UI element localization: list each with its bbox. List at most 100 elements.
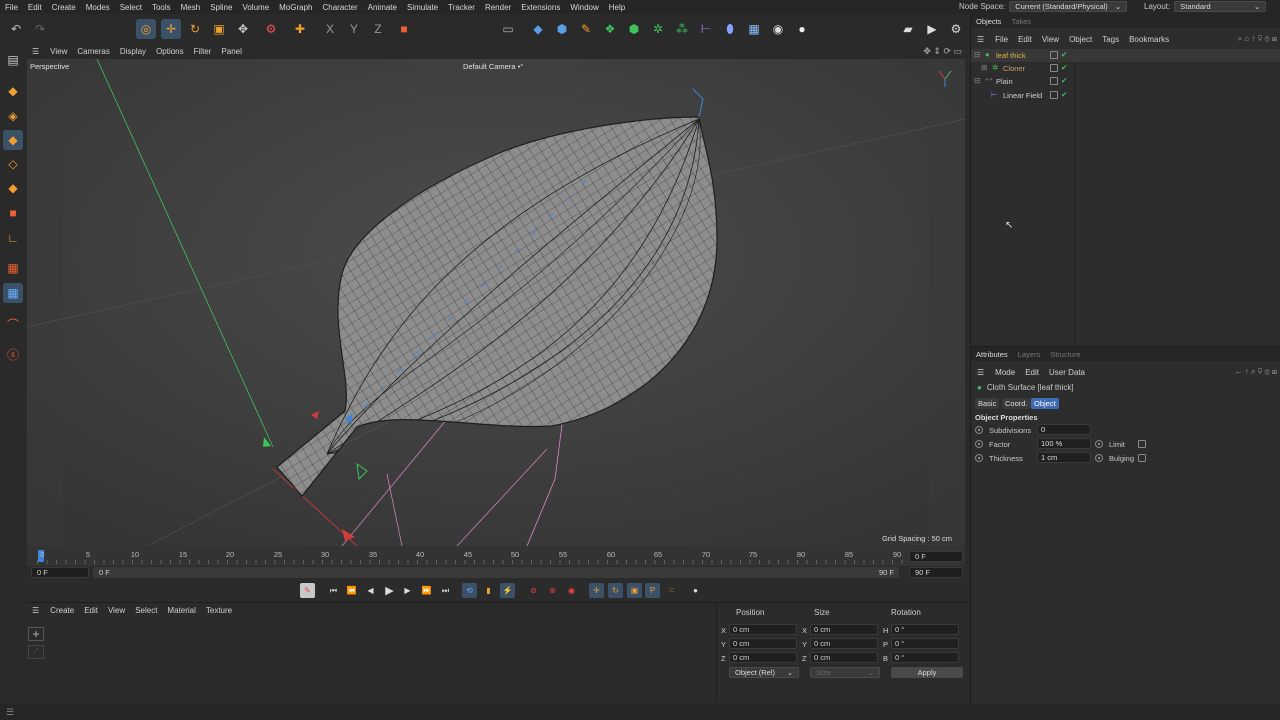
attributes-menu-user-data[interactable]: User Data — [1044, 368, 1090, 377]
hamburger-icon[interactable]: ☰ — [26, 47, 45, 56]
edges-mode-icon[interactable]: ◇ — [3, 154, 23, 174]
status-menu-icon[interactable]: ☰ — [6, 707, 14, 718]
animate-radio[interactable] — [975, 426, 983, 434]
tab-structure[interactable]: Structure — [1045, 350, 1085, 359]
redo-icon[interactable]: ↷ — [30, 19, 50, 39]
rot-h-field[interactable]: 0 ° — [891, 624, 959, 635]
objects-menu-object[interactable]: Object — [1064, 35, 1097, 44]
apply-button[interactable]: Apply — [891, 667, 963, 678]
prev-frame-icon[interactable]: ◀ — [363, 583, 378, 598]
add-material-icon[interactable]: + — [28, 627, 44, 641]
hamburger-icon[interactable]: ☰ — [971, 368, 990, 377]
model-mode-icon[interactable]: ◆ — [3, 81, 23, 101]
record-icon[interactable]: ⊘ — [526, 583, 541, 598]
magnet-icon[interactable]: ⌒ — [3, 314, 23, 334]
object-row[interactable]: ⊟ ⁺⁺ Plain ✔ — [971, 75, 1280, 88]
viewport-menu-panel[interactable]: Panel — [216, 47, 246, 56]
rotate-icon[interactable]: ↻ — [185, 19, 205, 39]
menu-animate[interactable]: Animate — [363, 3, 402, 12]
light-icon[interactable]: ● — [792, 19, 812, 39]
material-menu-create[interactable]: Create — [45, 606, 79, 615]
object-row[interactable]: ⊢ Linear Field ✔ — [971, 89, 1280, 102]
viewport-menu-view[interactable]: View — [45, 47, 72, 56]
menu-spline[interactable]: Spline — [205, 3, 237, 12]
render-view-icon[interactable]: ▭ — [498, 19, 518, 39]
viewport-menu-display[interactable]: Display — [115, 47, 151, 56]
menu-create[interactable]: Create — [47, 3, 81, 12]
viewport-menu-options[interactable]: Options — [151, 47, 189, 56]
snap-icon[interactable]: ⚙ — [261, 19, 281, 39]
node-space-dropdown[interactable]: Current (Standard/Physical) ⌄ — [1009, 1, 1128, 12]
menu-edit[interactable]: Edit — [23, 3, 47, 12]
uv-mode-icon[interactable]: ■ — [3, 203, 23, 223]
key-position-icon[interactable]: ✛ — [589, 583, 604, 598]
enabled-check-icon[interactable]: ✔ — [1061, 63, 1067, 72]
primitive-icon[interactable]: ⬢ — [552, 19, 572, 39]
material-menu-texture[interactable]: Texture — [201, 606, 237, 615]
visibility-toggle[interactable] — [1050, 91, 1058, 99]
limit-checkbox[interactable] — [1138, 440, 1146, 448]
subdivision-icon[interactable]: ❖ — [600, 19, 620, 39]
tab-layers[interactable]: Layers — [1013, 350, 1046, 359]
pos-z-field[interactable]: 0 cm — [729, 652, 797, 663]
live-selection-icon[interactable]: ◎ — [136, 19, 156, 39]
world-coord-icon[interactable]: ■ — [394, 19, 414, 39]
autokey-icon[interactable]: ⚡ — [500, 583, 515, 598]
thickness-field[interactable]: 1 cm — [1037, 452, 1091, 463]
menu-extensions[interactable]: Extensions — [516, 3, 565, 12]
viewport-3d[interactable]: Perspective Default Camera •° Grid Spaci… — [27, 59, 965, 546]
field-icon[interactable]: ⬮ — [720, 19, 740, 39]
menu-mesh[interactable]: Mesh — [176, 3, 206, 12]
hamburger-icon[interactable]: ☰ — [26, 606, 45, 615]
render-active-icon[interactable]: ▶ — [922, 19, 942, 39]
floor-icon[interactable]: ▦ — [744, 19, 764, 39]
material-edit-icon[interactable]: ⟋ — [28, 645, 44, 659]
collapse-icon[interactable]: ⊟ — [974, 76, 980, 85]
tab-attributes[interactable]: Attributes — [971, 350, 1013, 359]
animate-radio[interactable] — [1095, 440, 1103, 448]
visibility-toggle[interactable] — [1050, 51, 1058, 59]
object-row[interactable]: ⊟ ● leaf thick ✔ — [971, 49, 1280, 62]
key-rotation-icon[interactable]: ↻ — [608, 583, 623, 598]
extrude-icon[interactable]: ⬢ — [624, 19, 644, 39]
auto-record-icon[interactable]: ⊛ — [545, 583, 560, 598]
cloner-icon[interactable]: ✲ — [648, 19, 668, 39]
axis-mode-icon[interactable]: ∟ — [3, 228, 23, 248]
objects-menu-tags[interactable]: Tags — [1097, 35, 1124, 44]
frame-range-slider[interactable]: 0 F 90 F — [93, 567, 899, 578]
menu-simulate[interactable]: Simulate — [402, 3, 443, 12]
objects-menu-file[interactable]: File — [990, 35, 1013, 44]
goto-end-icon[interactable]: ⏭ — [438, 583, 453, 598]
material-menu-edit[interactable]: Edit — [79, 606, 103, 615]
snap-s-icon[interactable]: ⓢ — [3, 344, 23, 364]
end-frame-field[interactable]: 90 F — [909, 567, 963, 578]
object-row[interactable]: ⊞ ✲ Cloner ✔ — [971, 62, 1280, 75]
current-frame-field[interactable]: 0 F — [909, 551, 963, 562]
timeline-ruler[interactable]: 0 5 10 15 20 25 30 35 40 45 50 55 60 65 … — [27, 546, 965, 566]
coordinate-mode-dropdown[interactable]: Object (Rel) ⌄ — [729, 667, 799, 678]
keyframe-record-icon[interactable]: ◉ — [564, 583, 579, 598]
menu-tracker[interactable]: Tracker — [443, 3, 480, 12]
z-axis-lock-icon[interactable]: Z — [368, 19, 388, 39]
menu-select[interactable]: Select — [115, 3, 147, 12]
rot-p-field[interactable]: 0 ° — [891, 638, 959, 649]
keyframe-mode-icon[interactable]: ▮ — [481, 583, 496, 598]
start-frame-field[interactable]: 0 F — [31, 567, 89, 578]
layout-dropdown[interactable]: Standard ⌄ — [1174, 1, 1267, 12]
size-x-field[interactable]: 0 cm — [810, 624, 878, 635]
texture-mode-icon[interactable]: ◈ — [3, 106, 23, 126]
animate-radio[interactable] — [1095, 454, 1103, 462]
subdivisions-field[interactable]: 0 — [1037, 424, 1091, 435]
objects-toolbar-icons[interactable]: ⌕ ⌂ ↑ ⊽ ⊚ ⊞ — [1238, 34, 1277, 44]
play-icon[interactable]: ▶ — [382, 583, 397, 598]
size-z-field[interactable]: 0 cm — [810, 652, 878, 663]
camera-icon[interactable]: ◉ — [768, 19, 788, 39]
make-editable-icon[interactable]: ▤ — [3, 50, 23, 70]
render-region-icon[interactable]: ▰ — [898, 19, 918, 39]
attributes-menu-edit[interactable]: Edit — [1020, 368, 1044, 377]
subtab-coord[interactable]: Coord. — [1002, 398, 1031, 409]
material-menu-material[interactable]: Material — [162, 606, 200, 615]
tab-objects[interactable]: Objects — [971, 17, 1006, 26]
enabled-check-icon[interactable]: ✔ — [1061, 76, 1067, 85]
enabled-check-icon[interactable]: ✔ — [1061, 90, 1067, 99]
